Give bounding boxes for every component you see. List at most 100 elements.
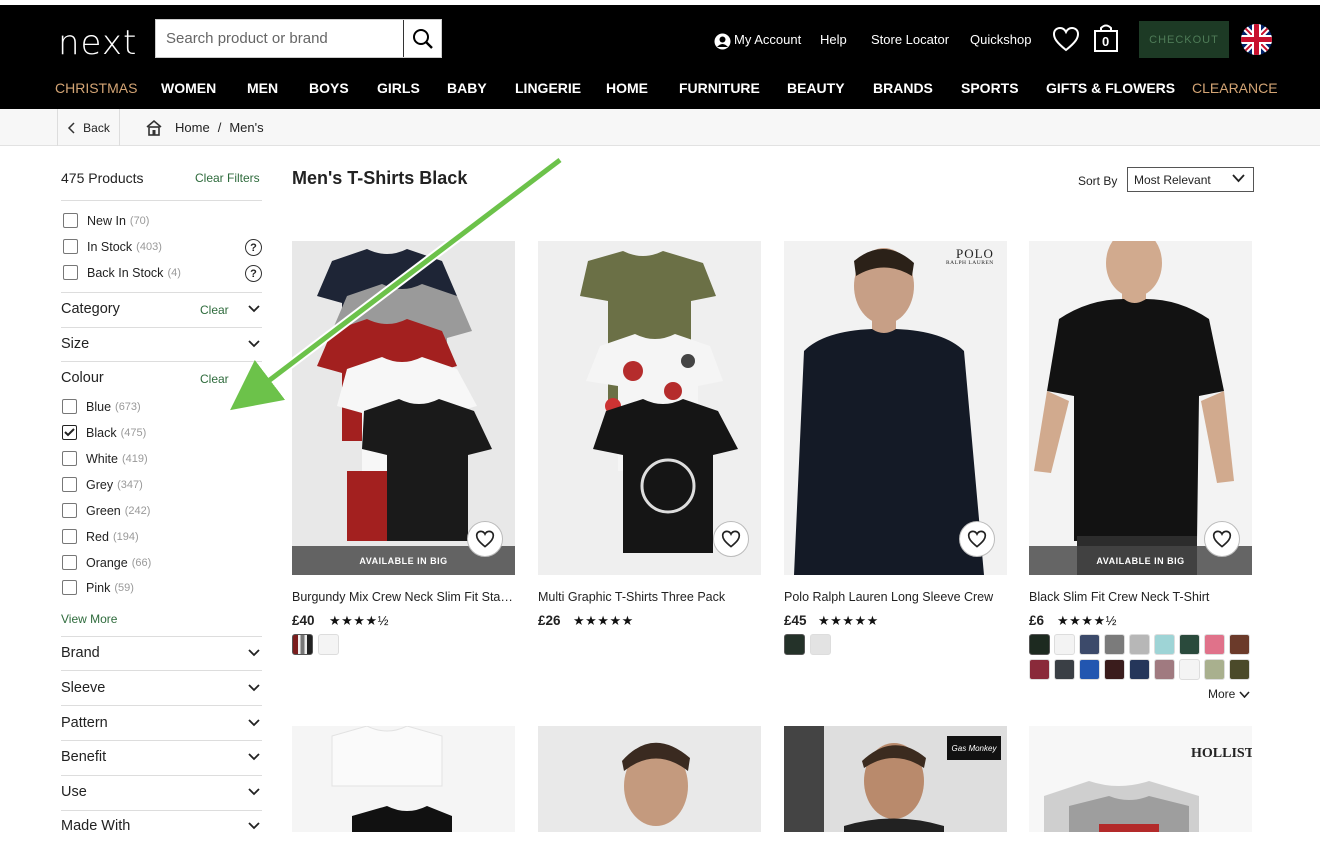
colour-swatch[interactable]: [1229, 659, 1250, 680]
filter-section-category[interactable]: Category Clear: [61, 301, 262, 321]
favourite-button[interactable]: [959, 521, 995, 557]
colour-swatch[interactable]: [1079, 659, 1100, 680]
filter-section-use[interactable]: Use: [61, 784, 262, 804]
my-account-link[interactable]: My Account: [734, 32, 801, 47]
filter-colour-grey[interactable]: Grey (347): [62, 477, 143, 492]
filter-new-in[interactable]: New In (70): [63, 213, 149, 228]
colour-swatch[interactable]: [1104, 659, 1125, 680]
more-colours-link[interactable]: More: [1208, 687, 1250, 701]
colour-swatch[interactable]: [1054, 659, 1075, 680]
colour-swatch[interactable]: [318, 634, 339, 655]
breadcrumb-home[interactable]: Home: [175, 120, 210, 135]
clear-category-link[interactable]: Clear: [200, 303, 229, 317]
checkbox[interactable]: [62, 451, 77, 466]
product-name[interactable]: Black Slim Fit Crew Neck T-Shirt: [1029, 590, 1252, 604]
filter-section-size[interactable]: Size: [61, 336, 262, 356]
breadcrumb-current[interactable]: Men's: [229, 120, 263, 135]
filter-colour-pink[interactable]: Pink (59): [62, 580, 134, 595]
uk-flag-icon[interactable]: [1241, 24, 1272, 55]
home-icon[interactable]: [145, 119, 163, 136]
product-image[interactable]: [292, 726, 515, 836]
back-button[interactable]: Back: [57, 109, 120, 146]
colour-swatch[interactable]: [1179, 634, 1200, 655]
checkbox[interactable]: [62, 555, 77, 570]
colour-swatch[interactable]: [1129, 634, 1150, 655]
clear-filters-link[interactable]: Clear Filters: [195, 171, 260, 185]
favourite-button[interactable]: [1204, 521, 1240, 557]
checkbox[interactable]: [63, 239, 78, 254]
filter-section-colour[interactable]: Colour Clear: [61, 370, 262, 390]
colour-swatch[interactable]: [1229, 634, 1250, 655]
colour-swatch[interactable]: [1054, 634, 1075, 655]
colour-swatch[interactable]: [1104, 634, 1125, 655]
colour-swatch[interactable]: [1079, 634, 1100, 655]
search-button[interactable]: [403, 20, 441, 57]
favourite-button[interactable]: [713, 521, 749, 557]
search-input[interactable]: [156, 20, 404, 57]
favourite-button[interactable]: [467, 521, 503, 557]
filter-section-sleeve[interactable]: Sleeve: [61, 680, 262, 700]
filter-section-pattern[interactable]: Pattern: [61, 715, 262, 735]
checkbox[interactable]: [62, 580, 77, 595]
nav-lingerie[interactable]: LINGERIE: [515, 80, 581, 96]
checkbox[interactable]: [63, 213, 78, 228]
checkbox[interactable]: [62, 399, 77, 414]
checkbox[interactable]: [62, 503, 77, 518]
nav-baby[interactable]: BABY: [447, 80, 487, 96]
checkout-button[interactable]: CHECKOUT: [1139, 21, 1229, 58]
quickshop-link[interactable]: Quickshop: [970, 32, 1031, 47]
colour-swatch[interactable]: [1154, 634, 1175, 655]
filter-colour-white[interactable]: White (419): [62, 451, 148, 466]
colour-swatch[interactable]: [1179, 659, 1200, 680]
shopping-bag-button[interactable]: 0: [1091, 23, 1121, 53]
colour-swatch[interactable]: [1029, 659, 1050, 680]
nav-christmas[interactable]: CHRISTMAS: [55, 80, 137, 96]
help-link[interactable]: Help: [820, 32, 847, 47]
filter-colour-orange[interactable]: Orange (66): [62, 555, 151, 570]
nav-brands[interactable]: BRANDS: [873, 80, 933, 96]
store-locator-link[interactable]: Store Locator: [871, 32, 949, 47]
colour-swatch[interactable]: [1204, 634, 1225, 655]
checkbox-checked[interactable]: [62, 425, 77, 440]
sort-select[interactable]: Most Relevant: [1127, 167, 1254, 192]
colour-swatch[interactable]: [1154, 659, 1175, 680]
nav-furniture[interactable]: FURNITURE: [679, 80, 760, 96]
product-image[interactable]: [538, 726, 761, 836]
colour-swatch[interactable]: [810, 634, 831, 655]
filter-back-in-stock[interactable]: Back In Stock (4): [63, 265, 181, 280]
product-image[interactable]: Gas Monkey: [784, 726, 1007, 836]
product-name[interactable]: Multi Graphic T-Shirts Three Pack: [538, 590, 761, 604]
filter-colour-green[interactable]: Green (242): [62, 503, 150, 518]
checkbox[interactable]: [62, 477, 77, 492]
help-icon[interactable]: ?: [245, 265, 262, 282]
nav-beauty[interactable]: BEAUTY: [787, 80, 845, 96]
colour-swatch[interactable]: [292, 634, 313, 655]
colour-swatch[interactable]: [784, 634, 805, 655]
product-name[interactable]: Polo Ralph Lauren Long Sleeve Crew: [784, 590, 1007, 604]
nav-sports[interactable]: SPORTS: [961, 80, 1019, 96]
nav-women[interactable]: WOMEN: [161, 80, 216, 96]
colour-swatch[interactable]: [1204, 659, 1225, 680]
filter-colour-blue[interactable]: Blue (673): [62, 399, 141, 414]
nav-clearance[interactable]: CLEARANCE: [1192, 80, 1278, 96]
colour-swatch[interactable]: [1029, 634, 1050, 655]
product-name[interactable]: Burgundy Mix Crew Neck Slim Fit Stag ...: [292, 590, 515, 604]
nav-men[interactable]: MEN: [247, 80, 278, 96]
favourites-button[interactable]: [1051, 25, 1081, 53]
colour-swatch[interactable]: [1129, 659, 1150, 680]
filter-colour-red[interactable]: Red (194): [62, 529, 139, 544]
checkbox[interactable]: [63, 265, 78, 280]
product-image[interactable]: HOLLISTER: [1029, 726, 1252, 836]
nav-boys[interactable]: BOYS: [309, 80, 349, 96]
filter-section-brand[interactable]: Brand: [61, 645, 262, 665]
nav-gifts-flowers[interactable]: GIFTS & FLOWERS: [1046, 80, 1175, 96]
checkbox[interactable]: [62, 529, 77, 544]
help-icon[interactable]: ?: [245, 239, 262, 256]
clear-colour-link[interactable]: Clear: [200, 372, 229, 386]
next-logo[interactable]: next: [58, 23, 137, 63]
filter-colour-black[interactable]: Black (475): [62, 425, 146, 440]
filter-section-benefit[interactable]: Benefit: [61, 749, 262, 769]
filter-in-stock[interactable]: In Stock (403): [63, 239, 162, 254]
view-more-link[interactable]: View More: [61, 612, 117, 626]
nav-home[interactable]: HOME: [606, 80, 648, 96]
